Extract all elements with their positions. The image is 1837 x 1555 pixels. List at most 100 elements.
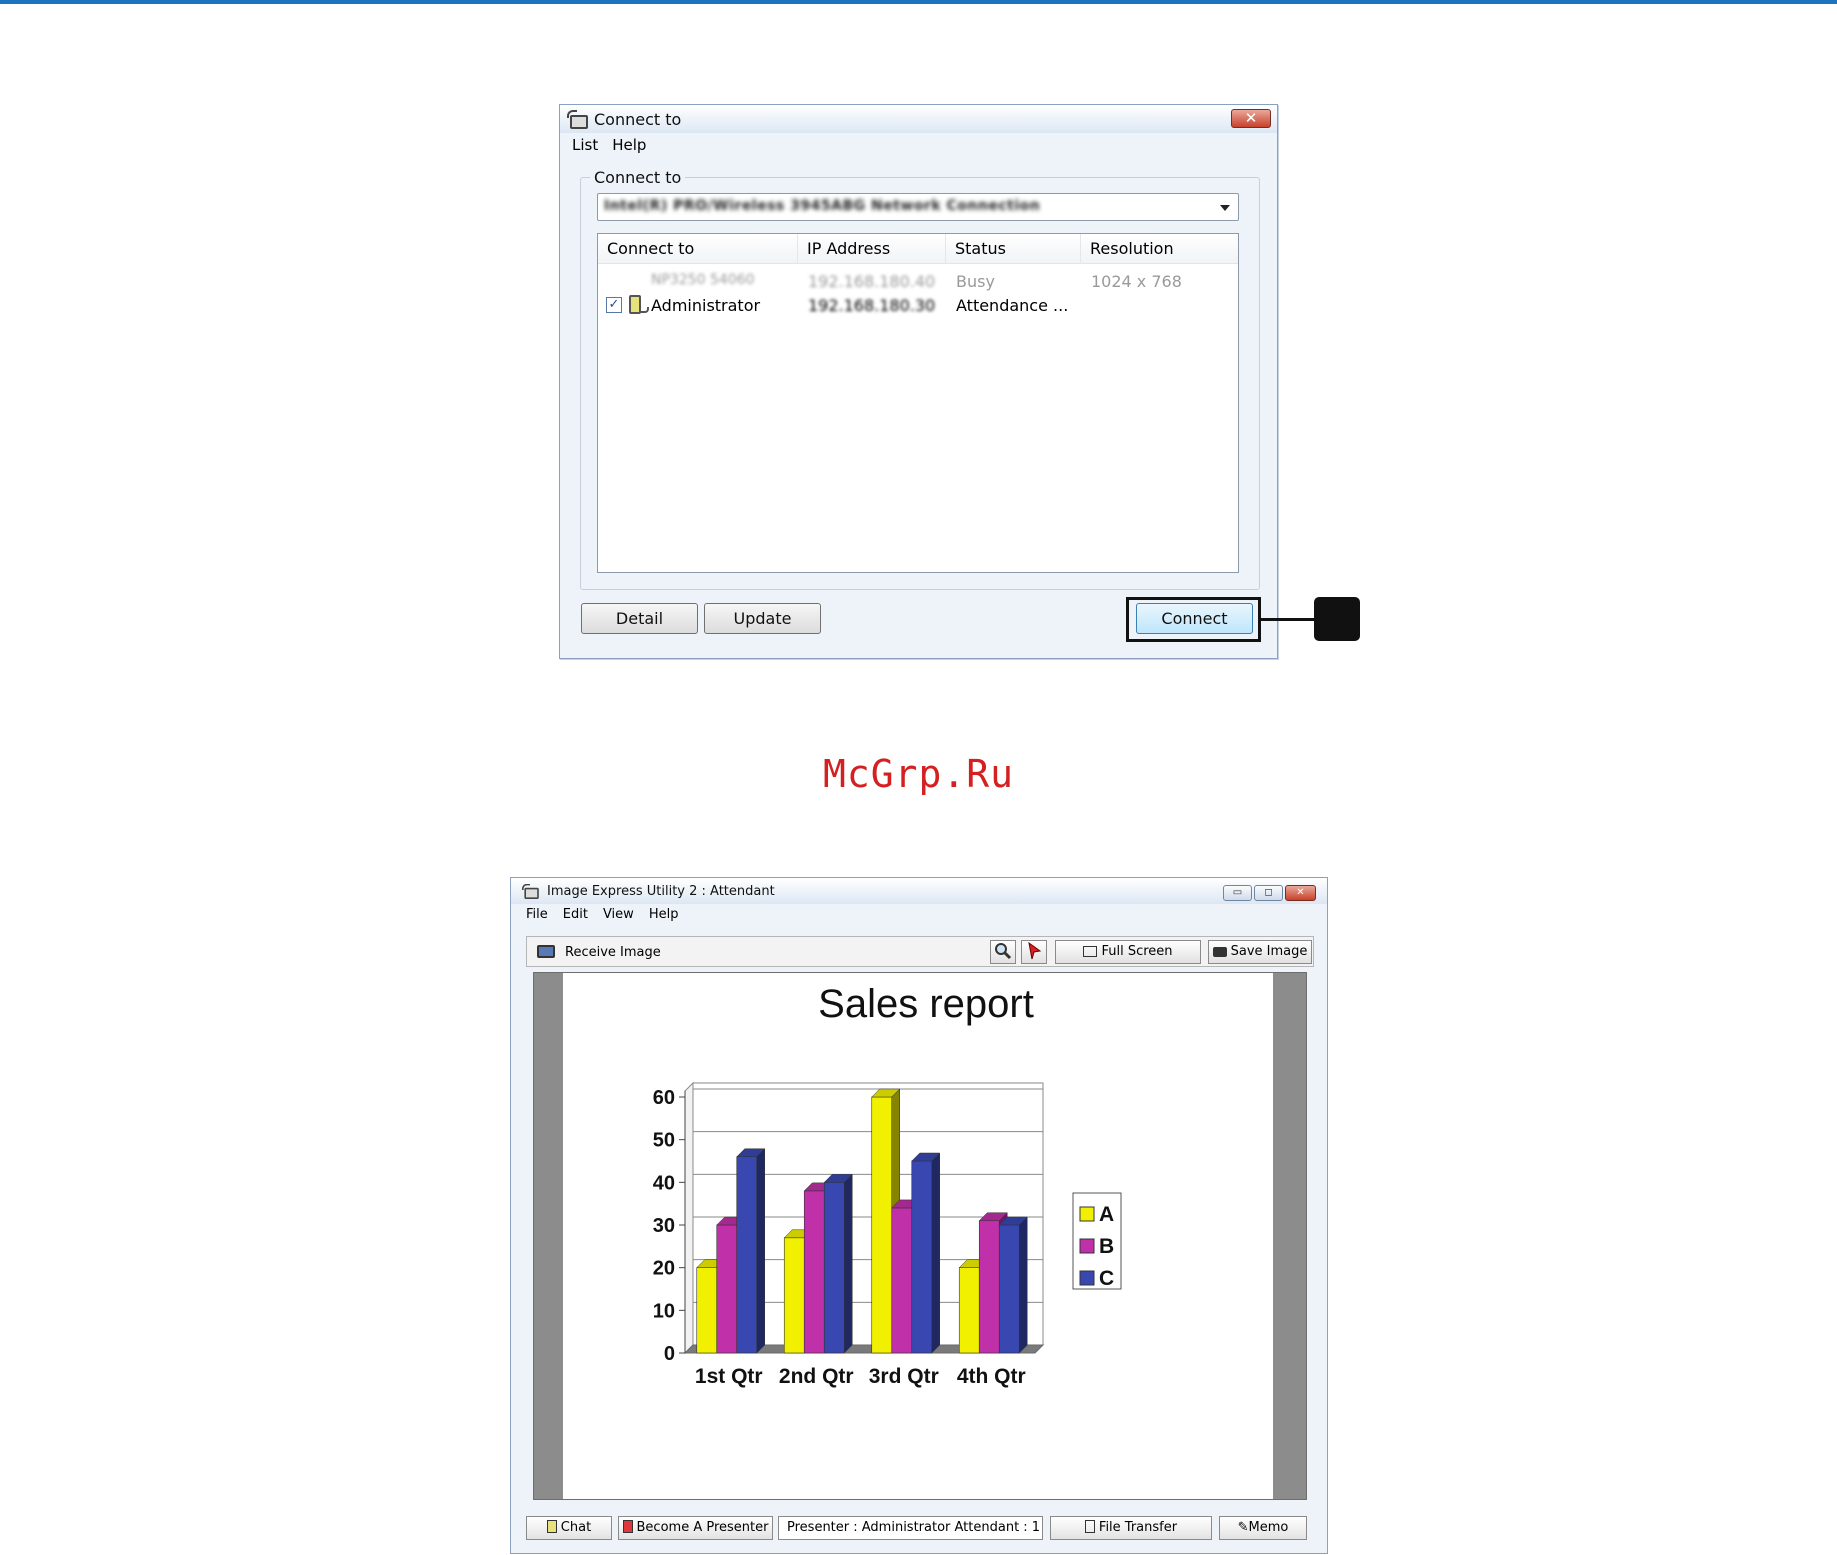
minimize-button[interactable]: ▭: [1223, 885, 1252, 901]
page-top-rule: [0, 0, 1837, 4]
viewer-statusbar: Chat Become A Presenter Presenter : Admi…: [526, 1516, 1314, 1540]
callout-step-marker: [1314, 597, 1360, 641]
device-name: Administrator: [651, 296, 761, 315]
bar-side-C-1: [756, 1148, 765, 1354]
save-image-button[interactable]: Save Image: [1208, 940, 1312, 964]
column-status[interactable]: Status: [946, 234, 1081, 264]
viewer-window-title: Image Express Utility 2 : Attendant: [547, 883, 775, 899]
menu-help[interactable]: Help: [612, 136, 646, 154]
memo-button[interactable]: ✎Memo: [1219, 1516, 1307, 1540]
x-tick-label: 2nd Qtr: [779, 1365, 854, 1388]
connect-window-title: Connect to: [594, 109, 682, 129]
menu-edit[interactable]: Edit: [563, 907, 588, 922]
callout-leader-line: [1261, 618, 1314, 621]
x-tick-label: 3rd Qtr: [869, 1365, 939, 1388]
connect-window-menubar: List Help: [560, 134, 1277, 156]
list-header: Connect to IP Address Status Resolution: [598, 234, 1238, 264]
device-resolution: 1024 x 768: [1091, 272, 1182, 291]
connect-window-titlebar: Connect to ✕: [560, 105, 1277, 133]
memo-label: Memo: [1248, 1520, 1289, 1535]
become-presenter-button[interactable]: Become A Presenter: [618, 1516, 773, 1540]
menu-view[interactable]: View: [603, 907, 634, 922]
legend-swatch-C: [1079, 1270, 1095, 1286]
update-button[interactable]: Update: [704, 603, 821, 634]
y-tick-label: 40: [653, 1172, 675, 1194]
list-item[interactable]: ✓ Administrator 192.168.180.30 Attendanc…: [598, 294, 1238, 318]
y-tick-label: 50: [653, 1130, 675, 1152]
bar-B-2: [803, 1190, 825, 1354]
bar-A-3: [871, 1096, 893, 1354]
column-ip-address[interactable]: IP Address: [798, 234, 946, 264]
device-status: Attendance ...: [956, 296, 1069, 315]
bar-C-3: [911, 1160, 933, 1354]
legend-label-C: C: [1099, 1267, 1114, 1290]
chat-button[interactable]: Chat: [526, 1516, 612, 1540]
zoom-button[interactable]: [990, 940, 1016, 964]
detail-button[interactable]: Detail: [581, 603, 698, 634]
callout-highlight-box: [1126, 597, 1261, 642]
bar-C-1: [736, 1156, 758, 1354]
connect-group-label: Connect to: [590, 168, 686, 187]
legend-swatch-B: [1079, 1238, 1095, 1254]
x-tick-label: 1st Qtr: [695, 1365, 763, 1388]
device-status: Busy: [956, 272, 995, 291]
bar-side-C-2: [844, 1173, 853, 1354]
row-checkbox[interactable]: ✓: [606, 297, 622, 313]
file-transfer-label: File Transfer: [1098, 1520, 1178, 1535]
chart-title: Sales report: [818, 982, 1034, 1026]
viewer-window-titlebar: Image Express Utility 2 : Attendant ▭ ◻ …: [511, 878, 1327, 904]
close-button[interactable]: ✕: [1285, 885, 1316, 901]
bar-side-C-4: [1019, 1216, 1028, 1354]
menu-file[interactable]: File: [526, 907, 548, 922]
file-transfer-button[interactable]: File Transfer: [1050, 1516, 1212, 1540]
full-screen-button[interactable]: Full Screen: [1055, 940, 1201, 964]
bar-B-3: [891, 1207, 913, 1354]
sales-chart: Sales report 0 10 20 30 40 50 60 1st Qtr 2nd Qtr 3…: [653, 982, 1122, 1388]
maximize-button[interactable]: ◻: [1254, 885, 1283, 901]
received-image-viewer: Sales report 0 10 20 30 40 50 60 1st Qtr 2nd Qtr 3…: [533, 972, 1307, 1500]
red-pointer-icon: [1028, 941, 1042, 960]
legend-label-A: A: [1099, 1203, 1114, 1226]
device-ip: 192.168.180.40: [808, 272, 936, 291]
column-resolution[interactable]: Resolution: [1081, 234, 1238, 264]
chat-label: Chat: [560, 1520, 592, 1535]
receive-image-icon: [537, 945, 555, 958]
y-tick-label: 20: [653, 1258, 675, 1280]
chat-icon: [546, 1520, 557, 1533]
pointer-button[interactable]: [1021, 940, 1047, 964]
menu-list[interactable]: List: [572, 136, 598, 154]
bar-B-1: [716, 1224, 738, 1354]
full-screen-label: Full Screen: [1101, 944, 1173, 959]
device-ip: 192.168.180.30: [808, 296, 936, 315]
list-item[interactable]: NP3250 54060 192.168.180.40 Busy 1024 x …: [598, 270, 1238, 294]
image-express-window: Image Express Utility 2 : Attendant ▭ ◻ …: [510, 877, 1328, 1554]
file-icon: [1084, 1520, 1095, 1533]
bar-A-1: [696, 1267, 718, 1354]
bar-A-4: [958, 1267, 980, 1354]
bar-A-2: [783, 1237, 805, 1354]
y-tick-label: 10: [653, 1300, 675, 1322]
bar-B-4: [978, 1220, 1000, 1354]
bar-C-4: [998, 1224, 1020, 1354]
presenter-icon: [622, 1520, 633, 1533]
column-connect-to[interactable]: Connect to: [598, 234, 798, 264]
close-button[interactable]: ✕: [1231, 109, 1271, 128]
y-tick-label: 0: [664, 1343, 675, 1365]
device-name: NP3250 54060: [651, 272, 755, 288]
network-adapter-dropdown[interactable]: Intel(R) PRO/Wireless 3945ABG Network Co…: [597, 193, 1239, 221]
connect-to-window: Connect to ✕ List Help Connect to Intel(…: [559, 104, 1278, 659]
menu-help[interactable]: Help: [649, 907, 679, 922]
viewer-toolbar: Receive Image Full Screen Save Image: [526, 936, 1314, 967]
become-presenter-label: Become A Presenter: [636, 1520, 769, 1535]
presenter-info: Presenter : Administrator Attendant : 1: [778, 1516, 1043, 1540]
chevron-down-icon: [1220, 205, 1230, 211]
y-tick-label: 60: [653, 1087, 675, 1109]
receive-image-label: Receive Image: [565, 945, 661, 960]
projector-list[interactable]: Connect to IP Address Status Resolution …: [597, 233, 1239, 573]
camera-icon: [1212, 947, 1227, 957]
y-tick-label: 30: [653, 1215, 675, 1237]
save-image-label: Save Image: [1230, 944, 1308, 959]
legend-swatch-A: [1079, 1206, 1095, 1222]
x-tick-label: 4th Qtr: [957, 1365, 1026, 1388]
legend-label-B: B: [1099, 1235, 1114, 1258]
